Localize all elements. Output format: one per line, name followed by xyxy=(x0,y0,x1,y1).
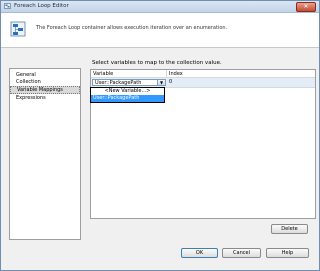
foreach-loop-icon xyxy=(4,3,11,9)
page-navigation-list: General Collection Variable Mappings Exp… xyxy=(9,68,81,240)
foreach-loop-editor-window: Foreach Loop Editor ✕ The Foreach Loop c… xyxy=(0,0,320,271)
delete-button[interactable]: Delete xyxy=(271,224,308,234)
chevron-down-icon: ▼ xyxy=(159,80,164,85)
variable-dropdown-list: <New Variable...> User::PackagePath xyxy=(90,87,165,103)
dropdown-option-package-path[interactable]: User::PackagePath xyxy=(91,95,164,102)
index-cell[interactable]: 0 xyxy=(169,79,172,86)
header-banner: The Foreach Loop container allows execut… xyxy=(1,13,319,48)
dropdown-option-new-variable[interactable]: <New Variable...> xyxy=(91,88,164,95)
nav-item-expressions[interactable]: Expressions xyxy=(10,95,80,102)
title-bar: Foreach Loop Editor ✕ xyxy=(1,1,319,13)
nav-item-variable-mappings[interactable]: Variable Mappings xyxy=(10,85,80,94)
close-button[interactable]: ✕ xyxy=(296,2,316,12)
dropdown-button[interactable]: ▼ xyxy=(157,80,165,85)
column-header-index[interactable]: Index xyxy=(167,70,315,78)
window-title: Foreach Loop Editor xyxy=(14,3,69,9)
column-header-variable[interactable]: Variable xyxy=(91,70,167,78)
help-button[interactable]: Help xyxy=(266,248,309,258)
foreach-loop-large-icon xyxy=(10,21,26,37)
header-description: The Foreach Loop container allows execut… xyxy=(36,25,228,31)
instruction-text: Select variables to map to the collectio… xyxy=(92,60,222,66)
nav-item-collection[interactable]: Collection xyxy=(10,79,80,86)
ok-button[interactable]: OK xyxy=(181,248,218,258)
variable-combobox-value: User::PackagePath xyxy=(95,80,142,86)
variable-combobox[interactable]: User::PackagePath ▼ xyxy=(92,79,166,86)
close-icon: ✕ xyxy=(303,3,309,10)
cancel-button[interactable]: Cancel xyxy=(222,248,261,258)
nav-item-general[interactable]: General xyxy=(10,72,80,79)
